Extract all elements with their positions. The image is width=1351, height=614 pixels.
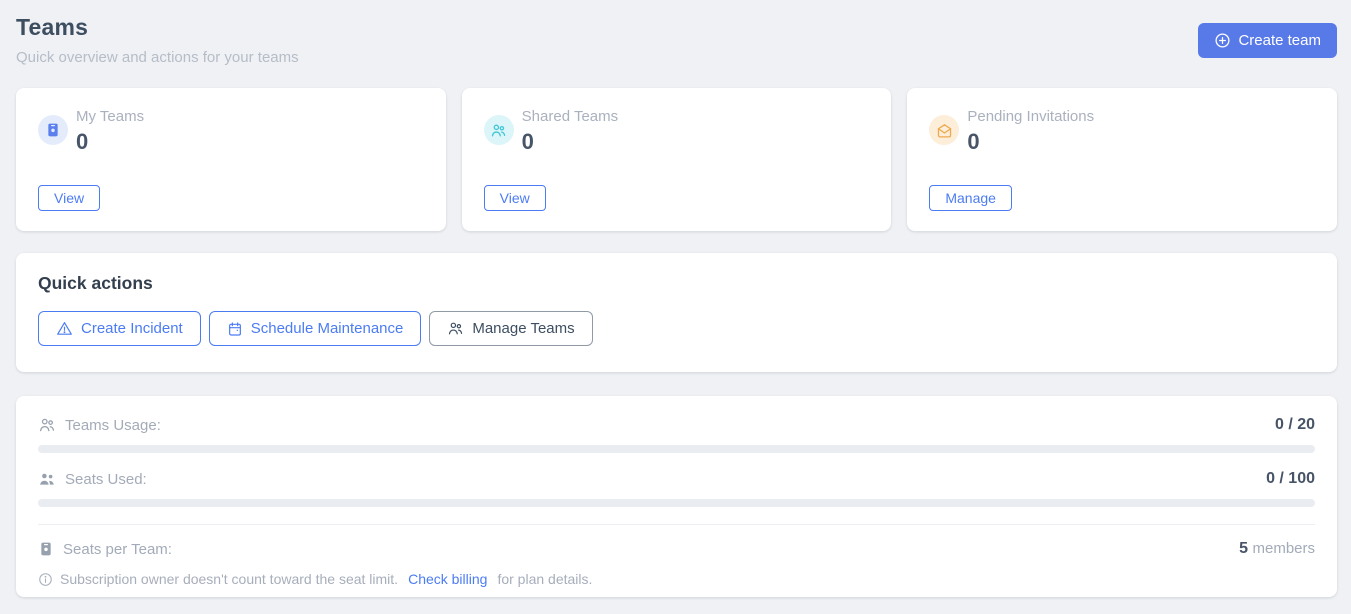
warning-triangle-icon (56, 320, 73, 337)
quick-actions-panel: Quick actions Create Incident Schedule (16, 253, 1337, 372)
seats-per-team-row: Seats per Team: 5 members (38, 540, 1315, 558)
members-suffix: members (1252, 540, 1315, 557)
calendar-icon (227, 321, 243, 337)
schedule-maintenance-button[interactable]: Schedule Maintenance (209, 311, 422, 346)
page-header-text: Teams Quick overview and actions for you… (16, 14, 299, 66)
seat-limit-note: Subscription owner doesn't count toward … (38, 571, 1315, 587)
teams-usage-value: 0 / 20 (1275, 416, 1315, 434)
view-my-teams-button[interactable]: View (38, 185, 100, 211)
card-label: Pending Invitations (967, 108, 1094, 125)
card-label: My Teams (76, 108, 144, 125)
my-teams-card: My Teams 0 View (16, 88, 446, 231)
manage-teams-button[interactable]: Manage Teams (429, 311, 592, 346)
info-circle-icon (38, 572, 53, 587)
seats-per-team-label: Seats per Team: (63, 541, 172, 558)
seats-per-team-value: 5 members (1239, 540, 1315, 558)
create-team-label: Create team (1238, 32, 1321, 49)
check-billing-link[interactable]: Check billing (408, 571, 487, 587)
users-icon (484, 115, 514, 145)
card-value: 0 (76, 129, 144, 155)
card-label: Shared Teams (522, 108, 618, 125)
seats-used-label: Seats Used: (65, 471, 147, 488)
users-icon (447, 320, 464, 337)
users-outline-icon (38, 416, 56, 434)
create-incident-button[interactable]: Create Incident (38, 311, 201, 346)
shared-teams-card: Shared Teams 0 View (462, 88, 892, 231)
page-subtitle: Quick overview and actions for your team… (16, 49, 299, 66)
quick-actions-title: Quick actions (38, 273, 1315, 294)
stats-cards-row: My Teams 0 View Shared Teams (16, 88, 1337, 231)
id-badge-icon (38, 115, 68, 145)
teams-page: Teams Quick overview and actions for you… (0, 0, 1351, 597)
teams-usage-row: Teams Usage: 0 / 20 (38, 416, 1315, 434)
card-value: 0 (967, 129, 1094, 155)
note-text-after: for plan details. (497, 571, 592, 587)
page-title: Teams (16, 14, 299, 41)
view-shared-teams-button[interactable]: View (484, 185, 546, 211)
pending-invitations-card: Pending Invitations 0 Manage (907, 88, 1337, 231)
teams-usage-label: Teams Usage: (65, 417, 161, 434)
page-header: Teams Quick overview and actions for you… (16, 14, 1337, 66)
usage-panel: Teams Usage: 0 / 20 Seats Used: 0 / 100 (16, 396, 1337, 597)
seats-used-row: Seats Used: 0 / 100 (38, 470, 1315, 488)
create-team-button[interactable]: Create team (1198, 23, 1337, 58)
manage-invitations-button[interactable]: Manage (929, 185, 1012, 211)
usage-divider (38, 524, 1315, 525)
note-text-before: Subscription owner doesn't count toward … (60, 571, 398, 587)
seats-used-progress (38, 499, 1315, 507)
seats-used-value: 0 / 100 (1266, 470, 1315, 488)
card-value: 0 (522, 129, 618, 155)
mail-open-icon (929, 115, 959, 145)
teams-usage-progress (38, 445, 1315, 453)
users-filled-icon (38, 470, 56, 488)
id-badge-filled-icon (38, 541, 54, 557)
plus-circle-icon (1214, 32, 1231, 49)
